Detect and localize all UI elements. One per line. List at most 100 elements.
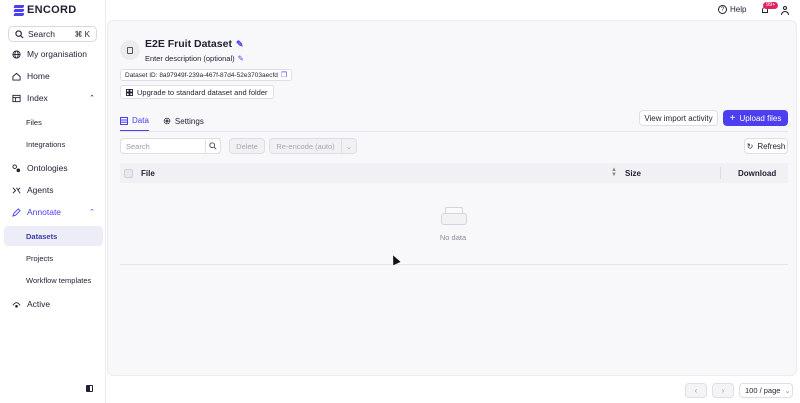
table-bottom-divider — [120, 264, 788, 265]
sidebar-item-label: Workflow templates — [26, 275, 92, 285]
search-label: Search — [28, 29, 55, 39]
upgrade-label: Upgrade to standard dataset and folder — [137, 87, 268, 97]
sidebar-item-label: Active — [27, 299, 51, 309]
encord-logo[interactable]: encord — [13, 4, 77, 16]
search-submit-button[interactable] — [205, 138, 221, 154]
upload-label: Upload files — [739, 113, 782, 123]
sidebar-item-label: Ontologies — [27, 163, 68, 173]
sidebar-item-datasets[interactable]: Datasets — [4, 226, 103, 246]
annotate-icon — [12, 207, 21, 217]
column-header-size[interactable]: Size — [625, 169, 641, 178]
help-label: Help — [730, 5, 747, 14]
tab-label: Settings — [174, 116, 204, 126]
index-icon — [12, 94, 21, 103]
reencode-label: Re-encode (auto) — [276, 141, 335, 151]
sidebar-item-label: Files — [26, 117, 42, 127]
refresh-label: Refresh — [757, 141, 786, 151]
reencode-button[interactable]: Re-encode (auto) — [269, 138, 342, 154]
ontology-icon — [12, 163, 21, 173]
view-import-activity-button[interactable]: View import activity — [639, 110, 718, 126]
page-size-select[interactable]: 100 / page ⌄ — [739, 383, 793, 398]
sidebar-item-label: Index — [27, 93, 48, 103]
table-icon — [120, 116, 128, 125]
delete-label: Delete — [236, 141, 258, 151]
sidebar-item-integrations[interactable]: Integrations — [4, 134, 103, 154]
chevron-down-icon: ⌄ — [784, 386, 791, 395]
edit-title-icon[interactable]: ✎ — [236, 39, 244, 50]
description-field[interactable]: Enter description (optional) ✎ — [145, 54, 244, 63]
column-header-file[interactable]: File — [141, 169, 155, 178]
encord-logo-icon — [13, 4, 25, 16]
sidebar-item-index[interactable]: Index ⌃ — [4, 88, 103, 108]
user-icon[interactable] — [781, 6, 789, 15]
sidebar-item-workflow-templates[interactable]: Workflow templates — [4, 270, 103, 290]
sidebar-item-label: Home — [27, 71, 50, 81]
page-title: E2E Fruit Dataset ✎ — [145, 38, 244, 50]
search-icon — [15, 29, 24, 38]
tab-settings[interactable]: Settings — [163, 111, 204, 131]
dataset-id-chip: Dataset ID: 8a97949f-239a-467f-87d4-52e3… — [120, 69, 293, 81]
dataset-id-text: Dataset ID: 8a97949f-239a-467f-87d4-52e3… — [125, 71, 278, 79]
next-page-button[interactable]: › — [712, 383, 734, 398]
chevron-up-icon: ⌃ — [89, 209, 95, 216]
edit-description-icon[interactable]: ✎ — [238, 54, 244, 63]
reencode-dropdown-button[interactable]: ⌄ — [341, 138, 357, 154]
chevron-down-icon: ⌄ — [345, 141, 353, 151]
sort-icon[interactable]: ▲ ▼ — [611, 167, 617, 178]
active-icon — [12, 300, 21, 309]
gear-icon — [163, 117, 171, 125]
refresh-icon: ↻ — [746, 141, 754, 151]
home-icon — [12, 72, 21, 81]
tab-label: Data — [132, 116, 149, 125]
tab-data[interactable]: Data — [120, 111, 149, 131]
select-all-checkbox[interactable] — [124, 169, 133, 178]
copy-icon[interactable]: ❐ — [281, 71, 287, 79]
help-button[interactable]: ? Help — [718, 5, 746, 14]
global-search-button[interactable]: Search ⌘ K — [8, 26, 97, 42]
grid-icon — [126, 88, 133, 96]
sidebar-item-label: Annotate — [27, 207, 62, 217]
chevron-right-icon: › — [721, 386, 725, 395]
sidebar-item-label: My organisation — [27, 49, 88, 59]
view-import-label: View import activity — [644, 113, 713, 123]
empty-inbox-icon — [441, 207, 467, 225]
sidebar-item-ontologies[interactable]: Ontologies — [4, 158, 103, 178]
agents-icon — [12, 186, 21, 195]
plus-icon: + — [729, 112, 736, 124]
delete-button[interactable]: Delete — [229, 138, 265, 154]
column-divider — [720, 167, 721, 179]
tabs-divider — [120, 131, 788, 132]
upgrade-button[interactable]: Upgrade to standard dataset and folder — [120, 85, 274, 99]
page-size-value: 100 / page — [745, 386, 781, 395]
sidebar-item-my-organisation[interactable]: My organisation — [4, 44, 103, 64]
search-icon — [209, 142, 217, 150]
sidebar-item-label: Datasets — [26, 231, 58, 241]
upload-files-button[interactable]: + Upload files — [723, 110, 788, 126]
previous-page-button[interactable]: ‹ — [685, 383, 707, 398]
sidebar-item-files[interactable]: Files — [4, 112, 103, 132]
chevron-up-icon: ⌃ — [89, 95, 95, 102]
empty-state-text: No data — [439, 233, 467, 242]
dataset-title: E2E Fruit Dataset — [145, 38, 232, 50]
sidebar-item-projects[interactable]: Projects — [4, 248, 103, 268]
column-header-download: Download — [738, 169, 777, 178]
sidebar-item-active[interactable]: Active — [4, 294, 103, 314]
search-shortcut: ⌘ K — [74, 29, 90, 39]
sidebar-item-label: Agents — [27, 185, 54, 195]
description-placeholder: Enter description (optional) — [145, 54, 235, 63]
sidebar: encord Search ⌘ K My organisation Home I… — [0, 0, 106, 403]
collapse-sidebar-icon[interactable] — [86, 385, 93, 392]
sidebar-item-annotate[interactable]: Annotate ⌃ — [4, 202, 103, 222]
table-header: File ▲ ▼ Size Download — [120, 163, 788, 183]
main-panel: E2E Fruit Dataset ✎ Enter description (o… — [107, 20, 797, 376]
sidebar-item-agents[interactable]: Agents — [4, 180, 103, 200]
globe-icon — [12, 49, 21, 59]
tab-bar: Data Settings — [120, 111, 204, 131]
search-placeholder: Search — [126, 141, 150, 151]
brand-name: encord — [27, 4, 77, 16]
sidebar-item-home[interactable]: Home — [4, 66, 103, 86]
help-icon: ? — [718, 5, 727, 14]
notification-badge: 99+ — [763, 2, 779, 9]
refresh-button[interactable]: ↻ Refresh — [744, 138, 788, 154]
sidebar-item-label: Projects — [26, 253, 54, 263]
